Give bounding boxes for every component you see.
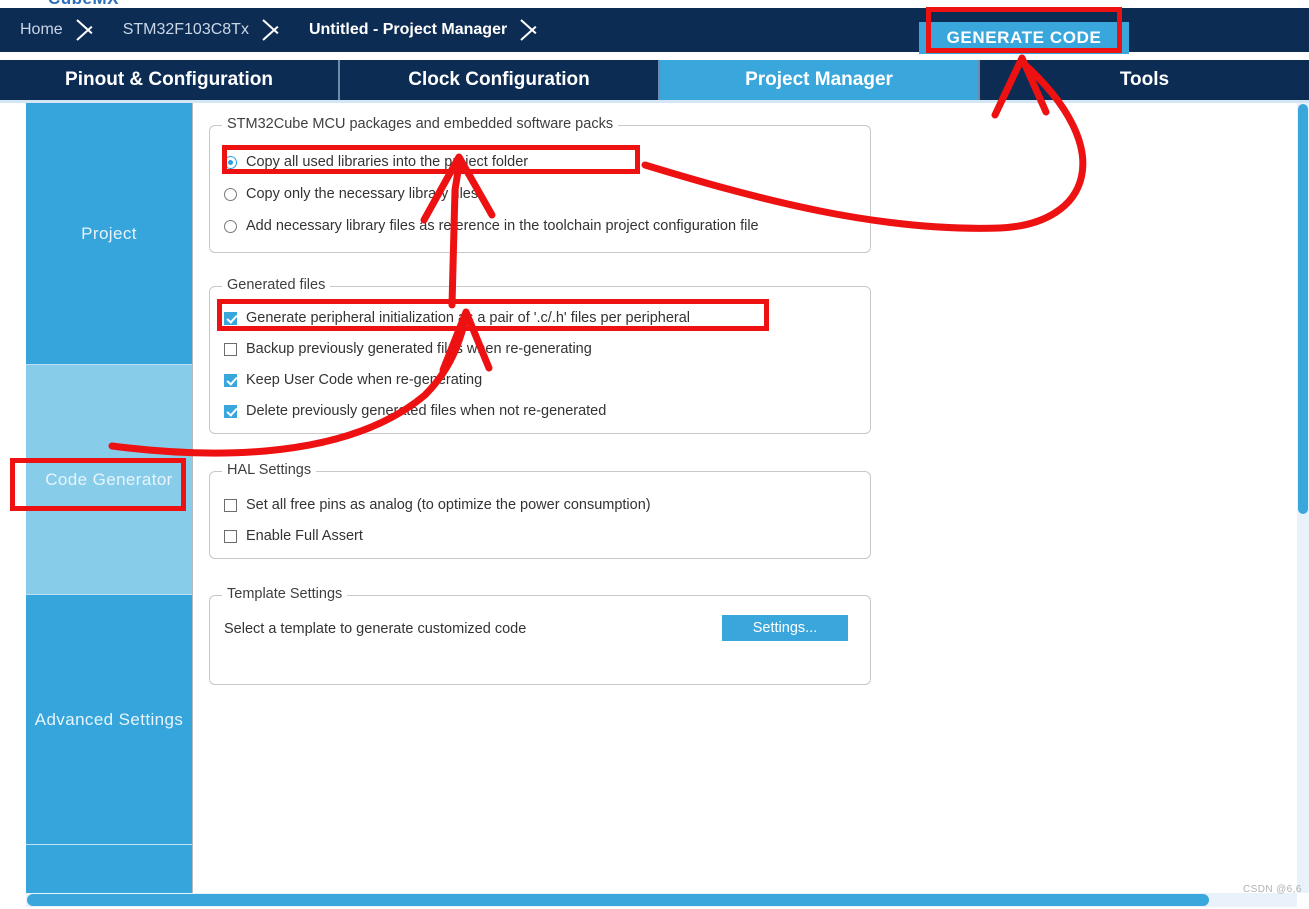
horizontal-scrollbar-thumb[interactable] [27, 894, 1209, 906]
checkbox-generate-peripheral-init[interactable]: Generate peripheral initialization as a … [224, 310, 690, 331]
stm32cubemx-window: CubeMX Home STM32F103C8Tx Untitled - Pro… [0, 0, 1309, 909]
checkbox-set-free-pins-analog[interactable]: Set all free pins as analog (to optimize… [224, 497, 651, 513]
group-generated-files: Generated files Generate peripheral init… [209, 277, 871, 434]
group-template-settings: Template Settings Select a template to g… [209, 586, 871, 685]
checkbox-icon [224, 498, 237, 512]
checkbox-set-free-pins-analog-label: Set all free pins as analog (to optimize… [246, 497, 651, 513]
generate-code-button[interactable]: GENERATE CODE [919, 22, 1129, 54]
sidebar-item-advanced-settings[interactable]: Advanced Settings [26, 595, 192, 845]
template-settings-description: Select a template to generate customized… [224, 621, 527, 637]
tab-clock-configuration[interactable]: Clock Configuration [340, 60, 660, 100]
tab-project-manager[interactable]: Project Manager [660, 60, 980, 100]
checkbox-icon [224, 529, 237, 543]
radio-copy-all-libraries-label: Copy all used libraries into the project… [246, 154, 529, 170]
vertical-scrollbar-thumb[interactable] [1298, 104, 1308, 514]
group-hal-settings-title: HAL Settings [222, 462, 317, 478]
checkbox-icon [224, 342, 237, 356]
group-generated-files-title: Generated files [222, 277, 331, 293]
radio-add-library-as-reference-label: Add necessary library files as reference… [246, 218, 759, 234]
main-tabstrip: Pinout & Configuration Clock Configurati… [0, 60, 1309, 100]
radio-copy-all-libraries[interactable]: Copy all used libraries into the project… [224, 154, 528, 170]
sidebar-item-code-generator[interactable]: Code Generator [26, 365, 192, 595]
checkbox-icon [224, 404, 237, 418]
sidebar-item-project[interactable]: Project [26, 103, 192, 365]
radio-icon [224, 155, 237, 169]
tab-pinout-configuration[interactable]: Pinout & Configuration [0, 60, 340, 100]
breadcrumb-item-current[interactable]: Untitled - Project Manager [289, 8, 517, 52]
checkbox-icon [224, 311, 237, 325]
breadcrumb-bar: Home STM32F103C8Tx Untitled - Project Ma… [0, 8, 1309, 54]
radio-copy-necessary-library-files[interactable]: Copy only the necessary library files [224, 186, 478, 202]
content-bottom-filler [193, 845, 1298, 893]
checkbox-enable-full-assert[interactable]: Enable Full Assert [224, 528, 363, 544]
checkbox-backup-previously-generated[interactable]: Backup previously generated files when r… [224, 341, 592, 357]
breadcrumb-item-home[interactable]: Home [0, 8, 73, 52]
checkbox-backup-previously-generated-label: Backup previously generated files when r… [246, 341, 592, 357]
sidebar-item-blank[interactable] [26, 845, 192, 892]
checkbox-icon [224, 373, 237, 387]
watermark-text: CSDN @6,6 [1243, 884, 1302, 895]
breadcrumb-chevron-icon [259, 8, 289, 52]
breadcrumb-chevron-icon [73, 8, 103, 52]
radio-copy-necessary-library-files-label: Copy only the necessary library files [246, 186, 479, 202]
app-title-strip: CubeMX [0, 0, 1309, 8]
checkbox-keep-user-code-label: Keep User Code when re-generating [246, 372, 483, 388]
project-manager-sidebar: Project Code Generator Advanced Settings [26, 103, 192, 893]
radio-add-library-as-reference[interactable]: Add necessary library files as reference… [224, 218, 759, 234]
breadcrumb-chevron-icon [517, 8, 547, 52]
checkbox-delete-previously-generated[interactable]: Delete previously generated files when n… [224, 403, 606, 419]
code-generator-panel: STM32Cube MCU packages and embedded soft… [192, 103, 1298, 893]
group-hal-settings: HAL Settings Set all free pins as analog… [209, 462, 871, 559]
checkbox-generate-peripheral-init-label: Generate peripheral initialization as a … [246, 310, 690, 326]
checkbox-keep-user-code[interactable]: Keep User Code when re-generating [224, 372, 482, 388]
checkbox-delete-previously-generated-label: Delete previously generated files when n… [246, 403, 607, 419]
radio-icon [224, 219, 237, 233]
group-template-settings-title: Template Settings [222, 586, 348, 602]
radio-icon [224, 187, 237, 201]
breadcrumb: Home STM32F103C8Tx Untitled - Project Ma… [0, 8, 547, 52]
tab-tools[interactable]: Tools [980, 60, 1309, 100]
app-title: CubeMX [48, 0, 119, 8]
template-settings-button[interactable]: Settings... [722, 615, 848, 641]
breadcrumb-item-mcu[interactable]: STM32F103C8Tx [103, 8, 259, 52]
focus-underline [246, 330, 690, 331]
group-mcu-packages: STM32Cube MCU packages and embedded soft… [209, 116, 871, 253]
checkbox-enable-full-assert-label: Enable Full Assert [246, 528, 363, 544]
group-mcu-packages-title: STM32Cube MCU packages and embedded soft… [222, 116, 619, 132]
